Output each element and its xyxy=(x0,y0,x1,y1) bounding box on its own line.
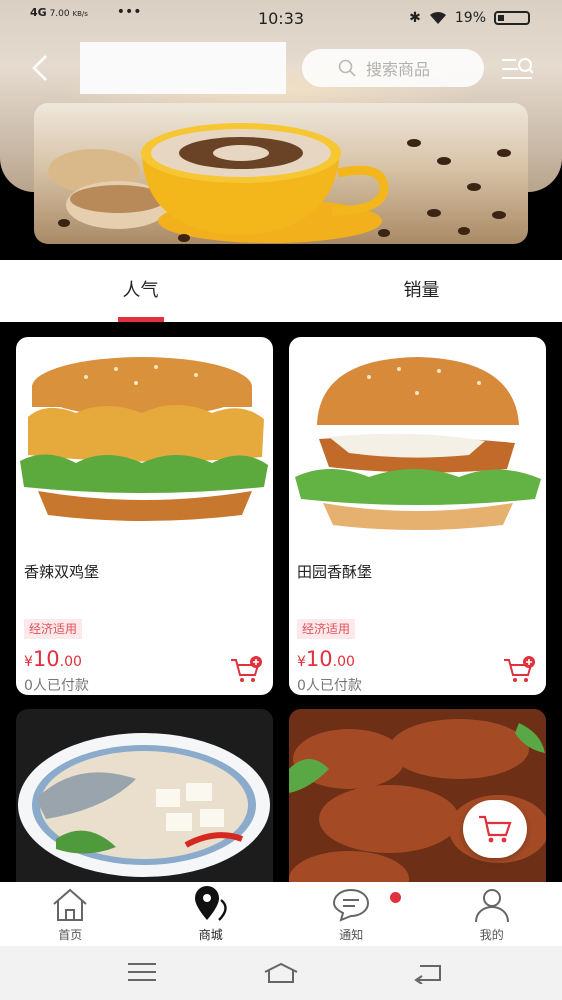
paid-count: 0人已付款 xyxy=(24,678,89,694)
notification-badge xyxy=(390,892,401,903)
product-price: ¥10.00 xyxy=(297,647,355,671)
filter-menu-icon[interactable] xyxy=(500,56,534,82)
home-icon xyxy=(53,888,87,921)
battery-icon xyxy=(494,11,530,25)
price-integer: 10 xyxy=(305,647,333,671)
nav-item-notify[interactable]: 通知 xyxy=(281,882,422,946)
burger-image xyxy=(20,357,268,521)
wifi-icon xyxy=(429,11,446,24)
add-to-cart-icon[interactable] xyxy=(502,655,536,685)
system-home-icon[interactable] xyxy=(263,962,299,984)
product-card[interactable]: 田园香酥堡 经济适用 ¥10.00 0人已付款 xyxy=(289,337,546,695)
chat-bubble-icon xyxy=(333,888,370,922)
search-input[interactable]: 搜索商品 xyxy=(302,49,484,87)
status-bar: 4G 7.00 KB/s ••• 10:33 ✱ 19% xyxy=(0,0,562,36)
product-card[interactable]: 香辣双鸡堡 经济适用 ¥10.00 0人已付款 xyxy=(16,337,273,695)
nav-label: 商城 xyxy=(198,928,223,942)
battery-percent: 19% xyxy=(454,10,486,26)
nav-item-mall[interactable]: 商城 xyxy=(141,882,282,946)
system-back-icon[interactable] xyxy=(414,962,442,984)
product-name: 田园香酥堡 xyxy=(297,563,373,581)
menu-icon[interactable] xyxy=(128,962,156,982)
nav-label: 通知 xyxy=(339,928,364,942)
bottom-navigation: 首页 商城 通知 我的 xyxy=(0,882,562,946)
coffee-cup-image xyxy=(48,123,511,243)
header: 4G 7.00 KB/s ••• 10:33 ✱ 19% 搜索商品 xyxy=(0,0,562,245)
nav-label: 我的 xyxy=(479,928,504,942)
add-to-cart-icon[interactable] xyxy=(229,655,263,685)
product-card[interactable] xyxy=(289,709,546,884)
price-decimal: .00 xyxy=(332,654,355,670)
status-right: ✱ 19% xyxy=(409,10,530,26)
product-card[interactable] xyxy=(16,709,273,884)
nav-item-mine[interactable]: 我的 xyxy=(422,882,562,946)
search-placeholder: 搜索商品 xyxy=(366,60,431,79)
nav-label: 首页 xyxy=(58,928,83,942)
location-pin-icon xyxy=(194,886,227,921)
burger-image xyxy=(295,357,541,530)
fish-soup-image xyxy=(18,733,270,877)
title-placeholder xyxy=(80,42,286,94)
product-price: ¥10.00 xyxy=(24,647,82,671)
user-icon xyxy=(474,889,509,923)
nav-item-home[interactable]: 首页 xyxy=(0,882,141,946)
back-arrow-icon[interactable] xyxy=(28,54,52,82)
floating-cart-button[interactable] xyxy=(463,800,527,858)
price-integer: 10 xyxy=(32,647,60,671)
product-tag: 经济适用 xyxy=(297,619,356,639)
braised-duck-image xyxy=(289,709,546,884)
product-tag: 经济适用 xyxy=(24,619,83,639)
tab-sales[interactable]: 销量 xyxy=(281,260,562,322)
bluetooth-icon: ✱ xyxy=(409,10,421,26)
promo-banner[interactable] xyxy=(34,103,528,244)
tab-popular[interactable]: 人气 xyxy=(0,260,281,322)
system-navigation-bar xyxy=(0,946,562,1000)
price-currency: ¥ xyxy=(297,654,306,670)
tab-bar: 人气 销量 xyxy=(0,260,562,322)
paid-count: 0人已付款 xyxy=(297,678,362,694)
price-decimal: .00 xyxy=(59,654,82,670)
search-icon xyxy=(338,59,356,77)
product-grid: 香辣双鸡堡 经济适用 ¥10.00 0人已付款 田园香酥堡 经济适用 ¥10.0… xyxy=(0,324,562,884)
price-currency: ¥ xyxy=(24,654,33,670)
product-name: 香辣双鸡堡 xyxy=(24,563,100,581)
shopping-cart-icon xyxy=(479,815,512,843)
